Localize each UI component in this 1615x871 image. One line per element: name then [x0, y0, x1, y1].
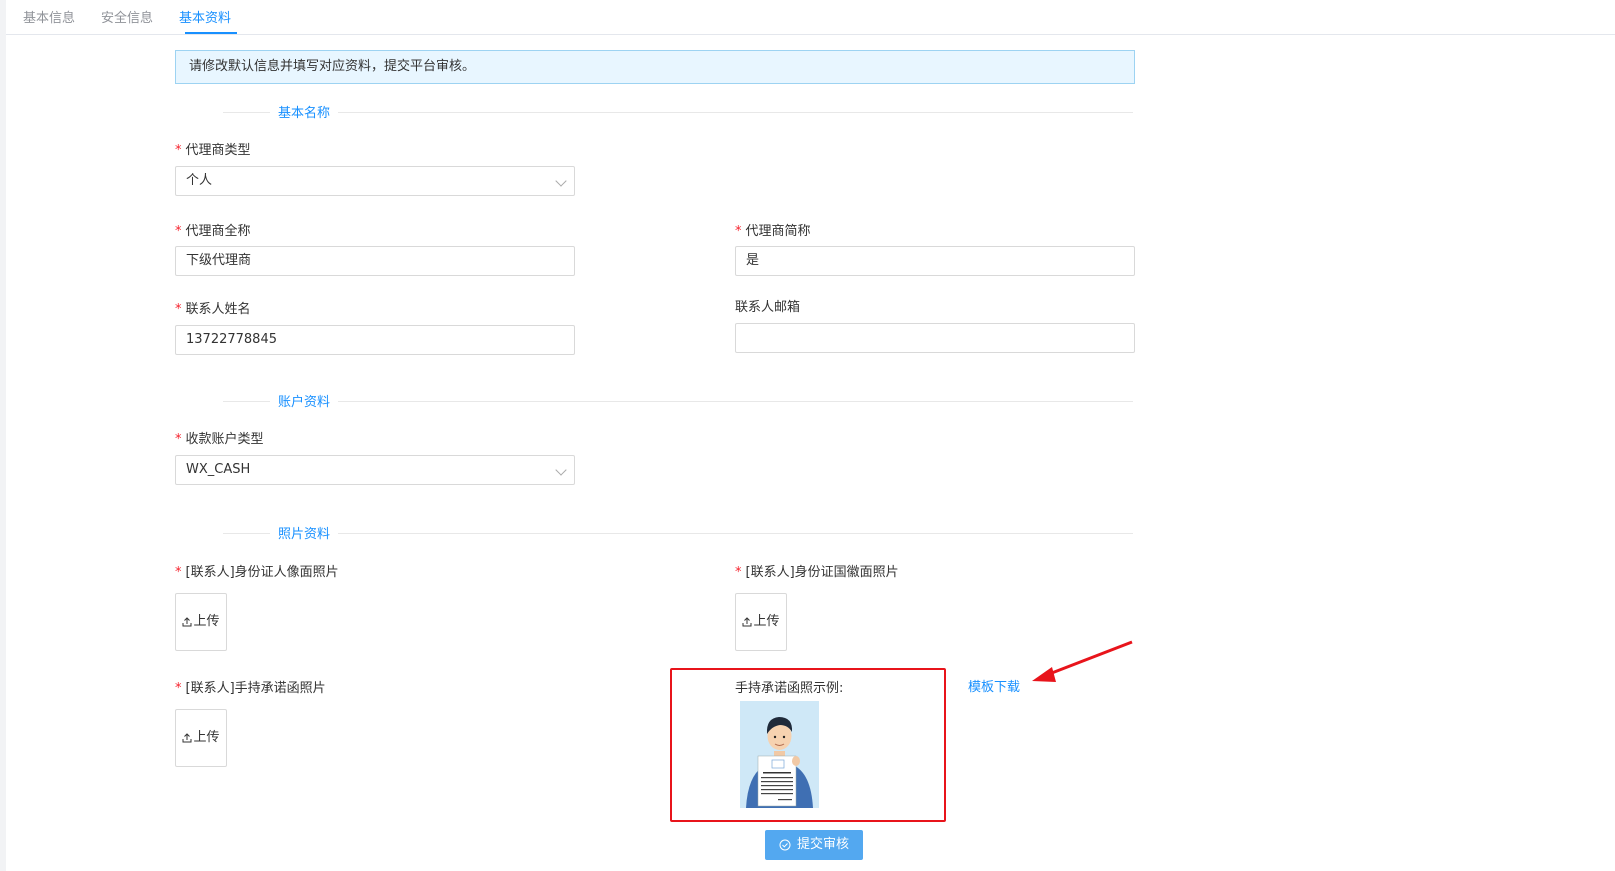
contact-name-value: 13722778845 [186, 332, 277, 347]
required-mark: * [175, 143, 182, 158]
id-front-label-text: [联系人]身份证人像面照片 [185, 565, 339, 580]
upload-icon [742, 616, 752, 626]
agent-type-select[interactable]: 个人 [175, 166, 575, 196]
full-name-input[interactable]: 下级代理商 [175, 246, 575, 276]
section-title-photo: 照片资料 [270, 523, 339, 542]
account-type-select[interactable]: WX_CASH [175, 455, 575, 485]
contact-name-label-text: 联系人姓名 [185, 302, 251, 317]
required-mark: * [175, 681, 182, 696]
section-divider-account [223, 401, 1133, 402]
check-circle-icon [779, 839, 791, 850]
upload-icon [182, 732, 192, 742]
submit-label: 提交审核 [796, 837, 849, 852]
required-mark: * [175, 302, 182, 317]
left-edge [0, 0, 6, 871]
account-type-value: WX_CASH [186, 462, 251, 477]
section-divider-photo [223, 533, 1133, 534]
example-label: 手持承诺函照示例: [735, 681, 844, 696]
id-back-upload-button[interactable]: 上传 [735, 593, 787, 651]
full-name-label-text: 代理商全称 [185, 224, 251, 239]
account-type-label-text: 收款账户类型 [185, 432, 264, 447]
section-title-account: 账户资料 [270, 391, 339, 410]
account-type-label: * 收款账户类型 [175, 428, 264, 447]
short-name-label: * 代理商简称 [735, 220, 811, 239]
tab-bar: 基本信息 安全信息 基本资料 [6, 0, 1615, 35]
tab-basic-info[interactable]: 基本信息 [23, 7, 75, 26]
upload-icon [182, 616, 192, 626]
notice-banner: 请修改默认信息并填写对应资料，提交平台审核。 [175, 50, 1135, 84]
submit-review-button[interactable]: 提交审核 [765, 830, 863, 860]
template-download-link[interactable]: 模板下载 [968, 676, 1020, 695]
required-mark: * [175, 432, 182, 447]
id-back-label-text: [联系人]身份证国徽面照片 [745, 565, 899, 580]
full-name-label: * 代理商全称 [175, 220, 251, 239]
upload-label: 上传 [193, 730, 220, 745]
red-arrow-annotation [1032, 640, 1133, 682]
contact-email-label-text: 联系人邮箱 [735, 300, 801, 315]
commitment-upload-button[interactable]: 上传 [175, 709, 227, 767]
contact-name-input[interactable]: 13722778845 [175, 325, 575, 355]
page: 基本信息 安全信息 基本资料 请修改默认信息并填写对应资料，提交平台审核。 基本… [0, 0, 1615, 871]
agent-type-label: * 代理商类型 [175, 139, 251, 158]
tab-basic-materials[interactable]: 基本资料 [179, 7, 231, 26]
commitment-label-text: [联系人]手持承诺函照片 [185, 681, 326, 696]
section-title-basic: 基本名称 [270, 102, 339, 121]
required-mark: * [735, 565, 742, 580]
required-mark: * [175, 565, 182, 580]
required-mark: * [735, 224, 742, 239]
id-front-upload-button[interactable]: 上传 [175, 593, 227, 651]
id-back-label: * [联系人]身份证国徽面照片 [735, 561, 899, 580]
short-name-input[interactable]: 是 [735, 246, 1135, 276]
id-front-label: * [联系人]身份证人像面照片 [175, 561, 339, 580]
required-mark: * [175, 224, 182, 239]
section-divider-basic [223, 112, 1133, 113]
contact-email-label: 联系人邮箱 [735, 296, 800, 315]
upload-label: 上传 [753, 614, 780, 629]
full-name-value: 下级代理商 [186, 253, 252, 268]
active-tab-indicator [185, 32, 237, 34]
short-name-value: 是 [746, 253, 760, 268]
agent-type-label-text: 代理商类型 [185, 143, 251, 158]
tab-security-info[interactable]: 安全信息 [101, 7, 153, 26]
person-holding-letter-illustration [740, 701, 819, 808]
chevron-down-icon [555, 464, 567, 476]
short-name-label-text: 代理商简称 [745, 224, 811, 239]
upload-label: 上传 [193, 614, 220, 629]
contact-email-input[interactable] [735, 323, 1135, 353]
contact-name-label: * 联系人姓名 [175, 298, 251, 317]
chevron-down-icon [555, 175, 567, 187]
commitment-label: * [联系人]手持承诺函照片 [175, 677, 326, 696]
agent-type-value: 个人 [186, 173, 213, 188]
commitment-example-image [740, 701, 819, 808]
